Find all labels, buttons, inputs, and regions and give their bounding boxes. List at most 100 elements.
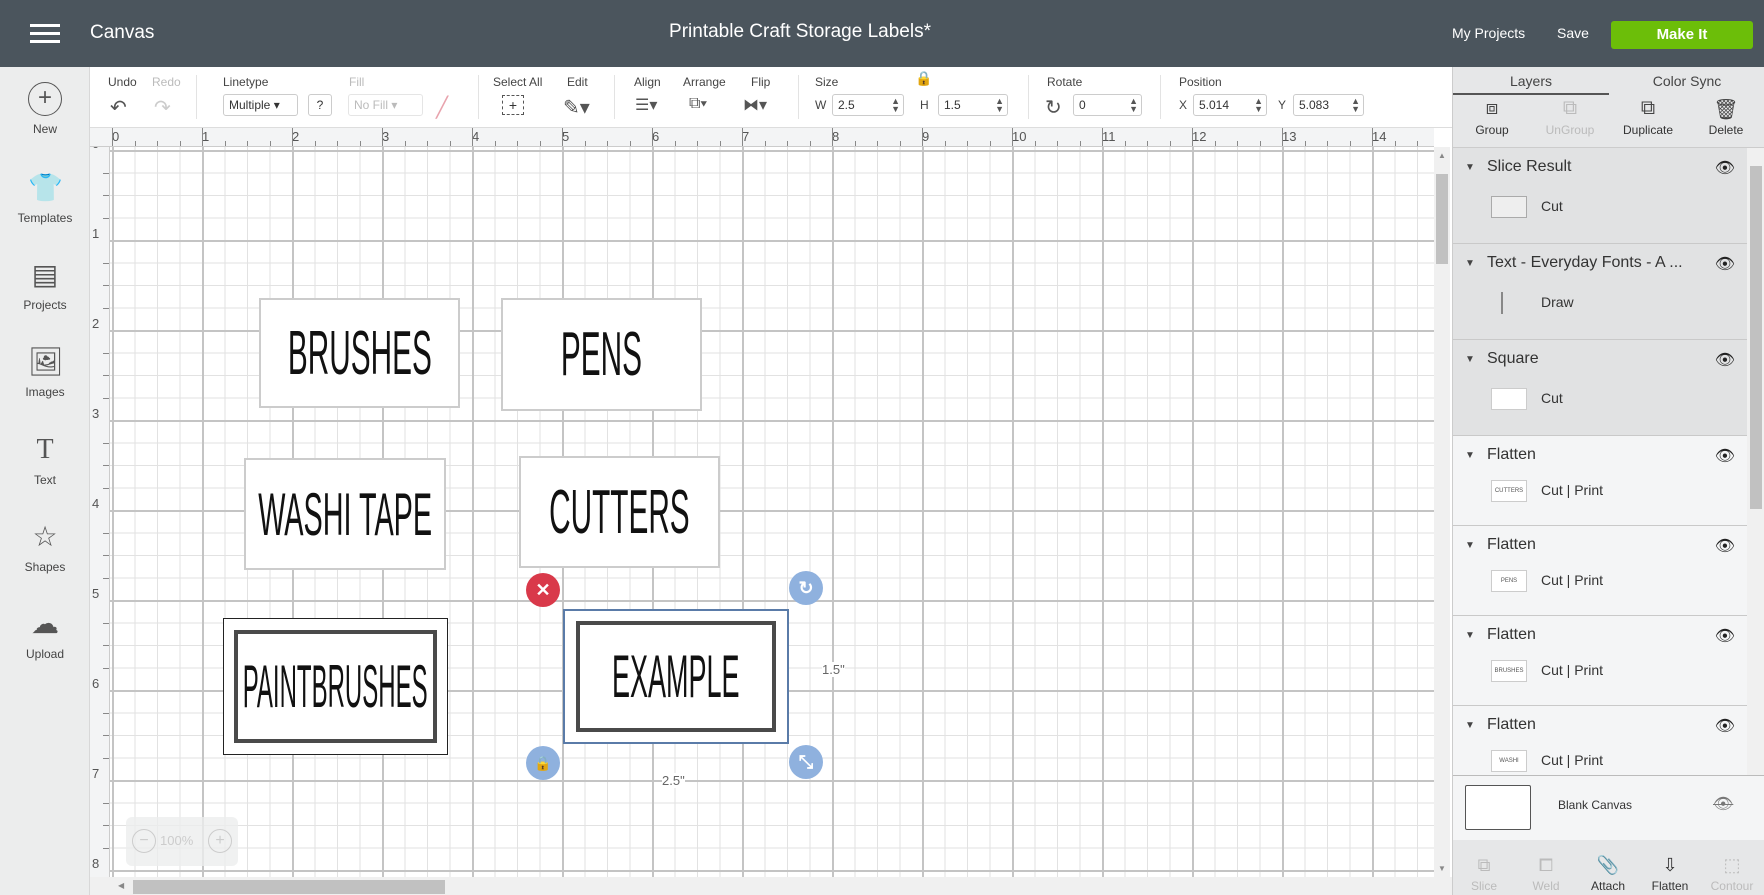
layer-item[interactable]: ▼ Flatten 👁 CUTTERS Cut | Print <box>1453 436 1747 526</box>
eye-icon[interactable]: 👁 <box>1715 716 1735 736</box>
blank-canvas-row[interactable]: Blank Canvas 👁 <box>1453 775 1764 840</box>
label-paintbrushes[interactable]: PAINTBRUSHES <box>223 618 448 755</box>
duplicate-button[interactable]: ⧉ Duplicate <box>1609 97 1687 137</box>
design-canvas[interactable]: BRUSHES PENS WASHI TAPE CUTTERS PAINTBRU… <box>110 147 1434 877</box>
sidebar-item-new[interactable]: + New <box>0 82 90 136</box>
scrollbar-thumb[interactable] <box>1436 174 1448 264</box>
caret-down-icon[interactable]: ▼ <box>1465 162 1475 173</box>
lock-handle-icon[interactable]: 🔒 <box>526 746 560 780</box>
lock-proportions-icon[interactable]: 🔒 <box>915 70 932 87</box>
flatten-button[interactable]: ⇩ Flatten <box>1639 855 1701 893</box>
sidebar-item-label: Text <box>33 473 56 487</box>
eye-icon[interactable]: 👁 <box>1715 536 1735 556</box>
slice-button[interactable]: ⧉ Slice <box>1453 855 1515 893</box>
delete-button[interactable]: 🗑 Delete <box>1687 97 1764 137</box>
layer-item[interactable]: ▼ Square 👁 Cut <box>1453 340 1747 436</box>
sidebar-item-templates[interactable]: 👕 Templates <box>0 171 90 225</box>
scrollbar-thumb[interactable] <box>133 880 445 894</box>
layer-item[interactable]: ▼ Flatten 👁 BRUSHES Cut | Print <box>1453 616 1747 706</box>
layers-scrollbar[interactable] <box>1747 148 1764 775</box>
zoom-out-button[interactable]: − <box>132 829 156 853</box>
eye-icon[interactable]: 👁 <box>1715 158 1735 178</box>
edit-icon[interactable]: ✎▾ <box>563 95 590 120</box>
caret-down-icon[interactable]: ▼ <box>1465 630 1475 641</box>
vertical-scrollbar[interactable]: ▲ ▼ <box>1434 147 1450 877</box>
sidebar-item-shapes[interactable]: ☆ Shapes <box>0 520 90 574</box>
layer-item[interactable]: ▼ Flatten 👁 PENS Cut | Print <box>1453 526 1747 616</box>
fill-color-swatch-icon[interactable]: ╱ <box>436 95 448 120</box>
ungroup-button[interactable]: ⧉ UnGroup <box>1531 97 1609 137</box>
stepper-icon[interactable]: ▲ ▼ <box>1254 97 1263 114</box>
rotate-input[interactable]: 0 ▲ ▼ <box>1073 94 1142 116</box>
x-position-input[interactable]: 5.014 ▲ ▼ <box>1193 94 1267 116</box>
label-example-selected[interactable]: EXAMPLE <box>563 609 789 744</box>
layer-item[interactable]: ▼ Flatten 👁 WASHI TAPE Cut | Print <box>1453 706 1747 775</box>
attach-button[interactable]: 📎 Attach <box>1577 855 1639 893</box>
ruler-tick <box>103 352 109 354</box>
caret-down-icon[interactable]: ▼ <box>1465 354 1475 365</box>
resize-handle-icon[interactable]: ⤡ <box>789 745 823 779</box>
stepper-icon[interactable]: ▲ ▼ <box>995 97 1004 114</box>
stepper-icon[interactable]: ▲ ▼ <box>891 97 900 114</box>
delete-handle-icon[interactable]: ✕ <box>526 573 560 607</box>
layer-name: Flatten <box>1487 626 1536 643</box>
sidebar-item-projects[interactable]: ▤ Projects <box>0 258 90 312</box>
fill-select[interactable]: No Fill ▾ <box>348 94 423 116</box>
scroll-down-icon[interactable]: ▼ <box>1438 864 1446 873</box>
sidebar-item-images[interactable]: 🖼 Images <box>0 345 90 399</box>
align-icon[interactable]: ☰▾ <box>635 95 657 115</box>
caret-down-icon[interactable]: ▼ <box>1465 540 1475 551</box>
hamburger-menu-icon[interactable] <box>30 24 60 44</box>
scrollbar-thumb[interactable] <box>1750 166 1762 509</box>
label-pens[interactable]: PENS <box>501 298 702 411</box>
y-position-input[interactable]: 5.083 ▲ ▼ <box>1293 94 1364 116</box>
flip-icon[interactable]: ⧓▾ <box>743 95 767 115</box>
redo-icon[interactable]: ↷ <box>154 95 171 120</box>
caret-down-icon[interactable]: ▼ <box>1465 720 1475 731</box>
save-button[interactable]: Save <box>1557 25 1589 41</box>
rotate-handle-icon[interactable]: ↻ <box>789 571 823 605</box>
tab-layers[interactable]: Layers <box>1453 67 1609 95</box>
height-input[interactable]: 1.5 ▲ ▼ <box>938 94 1008 116</box>
layer-thumbnail: PENS <box>1491 570 1527 592</box>
label-brushes[interactable]: BRUSHES <box>259 298 460 408</box>
flatten-icon: ⇩ <box>1662 855 1678 875</box>
undo-icon[interactable]: ↶ <box>110 95 127 120</box>
sidebar-item-upload[interactable]: ☁ Upload <box>0 607 90 661</box>
layer-item[interactable]: ▼ Slice Result 👁 Cut <box>1453 148 1747 244</box>
contour-button[interactable]: ⬚ Contour <box>1701 855 1763 893</box>
caret-down-icon[interactable]: ▼ <box>1465 450 1475 461</box>
my-projects-link[interactable]: My Projects <box>1452 25 1525 41</box>
eye-icon[interactable]: 👁 <box>1715 254 1735 274</box>
zoom-in-button[interactable]: + <box>208 829 232 853</box>
eye-icon[interactable]: 👁 <box>1715 446 1735 466</box>
tab-color-sync[interactable]: Color Sync <box>1609 67 1764 95</box>
stepper-icon[interactable]: ▲ ▼ <box>1129 97 1138 114</box>
eye-icon[interactable]: 👁 <box>1715 350 1735 370</box>
ruler-tick <box>539 141 541 146</box>
width-input[interactable]: 2.5 ▲ ▼ <box>832 94 904 116</box>
sidebar-item-text[interactable]: T Text <box>0 433 90 487</box>
arrange-icon[interactable]: ⧉▾ <box>689 95 707 113</box>
caret-down-icon[interactable]: ▼ <box>1465 258 1475 269</box>
label-cutters[interactable]: CUTTERS <box>519 456 720 568</box>
ruler-left-number: 8 <box>92 856 100 871</box>
ruler-tick <box>103 285 109 286</box>
ruler-tick <box>103 577 109 579</box>
stepper-icon[interactable]: ▲ ▼ <box>1351 97 1360 114</box>
ruler-tick <box>517 141 518 146</box>
scroll-up-icon[interactable]: ▲ <box>1438 151 1446 160</box>
width-value: 2.5 <box>838 98 855 112</box>
layer-item[interactable]: ▼ Text - Everyday Fonts - A ... 👁 Draw <box>1453 244 1747 340</box>
weld-button[interactable]: ⧠ Weld <box>1515 855 1577 893</box>
eye-icon[interactable]: 👁 <box>1715 626 1735 646</box>
linetype-select[interactable]: Multiple ▾ <box>223 94 298 116</box>
scroll-left-icon[interactable]: ◀ <box>118 881 124 890</box>
horizontal-scrollbar[interactable]: ◀ <box>90 877 1452 895</box>
select-all-icon[interactable]: + <box>502 95 524 115</box>
linetype-help-button[interactable]: ? <box>308 94 332 116</box>
group-button[interactable]: ⧈ Group <box>1453 97 1531 137</box>
eye-hidden-icon[interactable]: 👁 <box>1713 794 1733 814</box>
label-washi-tape[interactable]: WASHI TAPE <box>244 458 446 570</box>
make-it-button[interactable]: Make It <box>1611 21 1753 49</box>
